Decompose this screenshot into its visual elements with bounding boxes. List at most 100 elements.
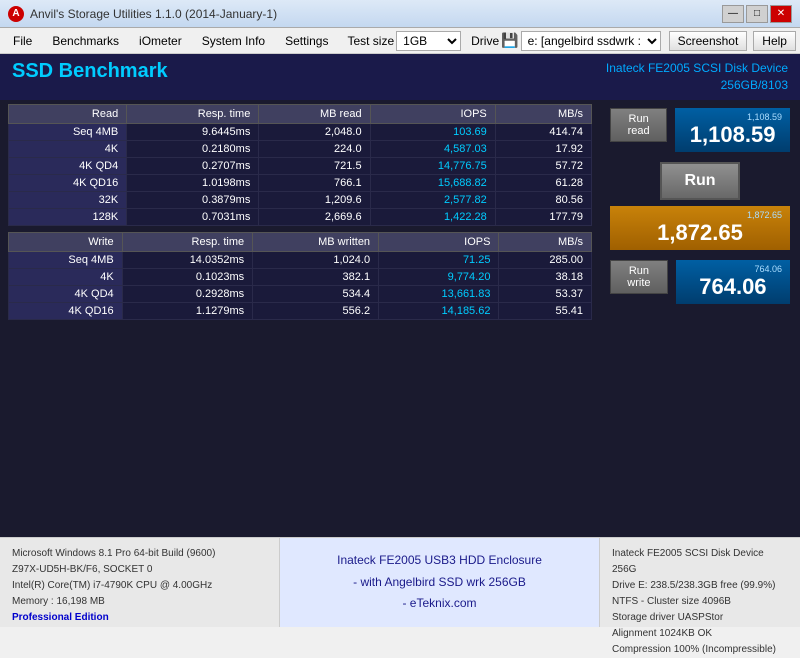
title-bar: A Anvil's Storage Utilities 1.1.0 (2014-… (0, 0, 800, 28)
row-name: 4K (9, 140, 127, 157)
footer-os: Microsoft Windows 8.1 Pro 64-bit Build (… (12, 546, 267, 562)
read-table: Read Resp. time MB read IOPS MB/s Seq 4M… (8, 104, 592, 226)
footer-center-line3: - eTeknix.com (337, 593, 542, 615)
footer-center-line1: Inateck FE2005 USB3 HDD Enclosure (337, 550, 542, 572)
row-mb: 382.1 (253, 268, 379, 285)
row-iops: 2,577.82 (370, 191, 495, 208)
test-size-select[interactable]: 1GB 256MB 512MB 2GB (396, 31, 461, 51)
row-name: 4K QD16 (9, 174, 127, 191)
col-read: Read (9, 104, 127, 123)
menu-iometer[interactable]: iOmeter (130, 30, 191, 52)
run-read-button[interactable]: Run read (610, 108, 667, 142)
close-button[interactable]: ✕ (770, 5, 792, 23)
row-mb: 534.4 (253, 285, 379, 302)
run-write-button[interactable]: Run write (610, 260, 668, 294)
row-mbs: 80.56 (495, 191, 591, 208)
row-iops: 1,422.28 (370, 208, 495, 225)
menu-settings[interactable]: Settings (276, 30, 337, 52)
content-area: Read Resp. time MB read IOPS MB/s Seq 4M… (0, 100, 800, 537)
row-mb: 1,024.0 (253, 251, 379, 268)
row-resp: 1.0198ms (127, 174, 259, 191)
footer-edition: Professional Edition (12, 610, 267, 626)
row-iops: 4,587.03 (370, 140, 495, 157)
tables-area: Read Resp. time MB read IOPS MB/s Seq 4M… (0, 100, 600, 537)
title-text: Anvil's Storage Utilities 1.1.0 (2014-Ja… (30, 7, 277, 21)
menu-benchmarks[interactable]: Benchmarks (43, 30, 128, 52)
row-iops: 13,661.83 (379, 285, 499, 302)
screenshot-button[interactable]: Screenshot (669, 31, 748, 51)
col-mb-read: MB read (259, 104, 370, 123)
table-row: 128K 0.7031ms 2,669.6 1,422.28 177.79 (9, 208, 592, 225)
row-resp: 0.2928ms (122, 285, 252, 302)
row-resp: 0.3879ms (127, 191, 259, 208)
total-score-big: 1,872.65 (618, 220, 782, 246)
footer-center-line2: - with Angelbird SSD wrk 256GB (337, 572, 542, 594)
row-resp: 14.0352ms (122, 251, 252, 268)
drive-label: Drive (471, 34, 499, 48)
drive-icon: 💾 (501, 32, 518, 49)
benchmark-title: SSD Benchmark (12, 60, 168, 83)
table-row: 4K 0.2180ms 224.0 4,587.03 17.92 (9, 140, 592, 157)
window-controls[interactable]: — □ ✕ (722, 5, 792, 23)
row-mbs: 285.00 (499, 251, 592, 268)
row-iops: 9,774.20 (379, 268, 499, 285)
write-score-small: 764.06 (684, 264, 782, 274)
row-mb: 2,669.6 (259, 208, 370, 225)
row-mb: 224.0 (259, 140, 370, 157)
drive-select[interactable]: e: [angelbird ssdwrk : (521, 31, 661, 51)
total-score-display: 1,872.65 1,872.65 (610, 206, 790, 250)
right-panel: Run read 1,108.59 1,108.59 Run 1,872.65 … (600, 100, 800, 537)
menu-file[interactable]: File (4, 30, 41, 52)
minimize-button[interactable]: — (722, 5, 744, 23)
footer-right-line3: NTFS - Cluster size 4096B (612, 594, 788, 610)
footer-mb: Z97X-UD5H-BK/F6, SOCKET 0 (12, 562, 267, 578)
app-icon: A (8, 6, 24, 22)
read-score-display: 1,108.59 1,108.59 (675, 108, 790, 152)
row-iops: 14,185.62 (379, 302, 499, 319)
row-iops: 71.25 (379, 251, 499, 268)
row-mbs: 414.74 (495, 123, 591, 140)
row-iops: 103.69 (370, 123, 495, 140)
row-name: 4K QD16 (9, 302, 123, 319)
row-mb: 721.5 (259, 157, 370, 174)
write-score-display: 764.06 764.06 (676, 260, 790, 304)
row-iops: 15,688.82 (370, 174, 495, 191)
row-name: 32K (9, 191, 127, 208)
main-area: SSD Benchmark Inateck FE2005 SCSI Disk D… (0, 54, 800, 537)
benchmark-header: SSD Benchmark Inateck FE2005 SCSI Disk D… (0, 54, 800, 100)
col-mbs-write: MB/s (499, 232, 592, 251)
row-resp: 0.2707ms (127, 157, 259, 174)
test-size-label: Test size (347, 34, 394, 48)
row-resp: 9.6445ms (127, 123, 259, 140)
col-resp-time-write: Resp. time (122, 232, 252, 251)
table-row: 4K 0.1023ms 382.1 9,774.20 38.18 (9, 268, 592, 285)
run-button[interactable]: Run (660, 162, 739, 200)
footer-center: Inateck FE2005 USB3 HDD Enclosure - with… (280, 538, 600, 627)
help-button[interactable]: Help (753, 31, 796, 51)
col-write: Write (9, 232, 123, 251)
menu-system-info[interactable]: System Info (193, 30, 274, 52)
table-row: 4K QD16 1.0198ms 766.1 15,688.82 61.28 (9, 174, 592, 191)
row-mbs: 55.41 (499, 302, 592, 319)
row-resp: 0.2180ms (127, 140, 259, 157)
write-score-row: Run write 764.06 764.06 (610, 260, 790, 304)
row-name: 128K (9, 208, 127, 225)
footer-right: Inateck FE2005 SCSI Disk Device 256G Dri… (600, 538, 800, 627)
footer-right-line2: Drive E: 238.5/238.3GB free (99.9%) (612, 578, 788, 594)
col-mbs-read: MB/s (495, 104, 591, 123)
row-mb: 766.1 (259, 174, 370, 191)
table-row: Seq 4MB 14.0352ms 1,024.0 71.25 285.00 (9, 251, 592, 268)
device-info: Inateck FE2005 SCSI Disk Device 256GB/81… (606, 60, 788, 94)
row-name: Seq 4MB (9, 123, 127, 140)
footer-cpu: Intel(R) Core(TM) i7-4790K CPU @ 4.00GHz (12, 578, 267, 594)
device-line2: 256GB/8103 (606, 77, 788, 94)
maximize-button[interactable]: □ (746, 5, 768, 23)
read-score-small: 1,108.59 (683, 112, 782, 122)
row-mbs: 53.37 (499, 285, 592, 302)
table-row: 4K QD16 1.1279ms 556.2 14,185.62 55.41 (9, 302, 592, 319)
footer-right-line5: Alignment 1024KB OK (612, 626, 788, 642)
footer-memory: Memory : 16,198 MB (12, 594, 267, 610)
table-row: 4K QD4 0.2707ms 721.5 14,776.75 57.72 (9, 157, 592, 174)
read-score-big: 1,108.59 (683, 122, 782, 148)
row-name: 4K (9, 268, 123, 285)
